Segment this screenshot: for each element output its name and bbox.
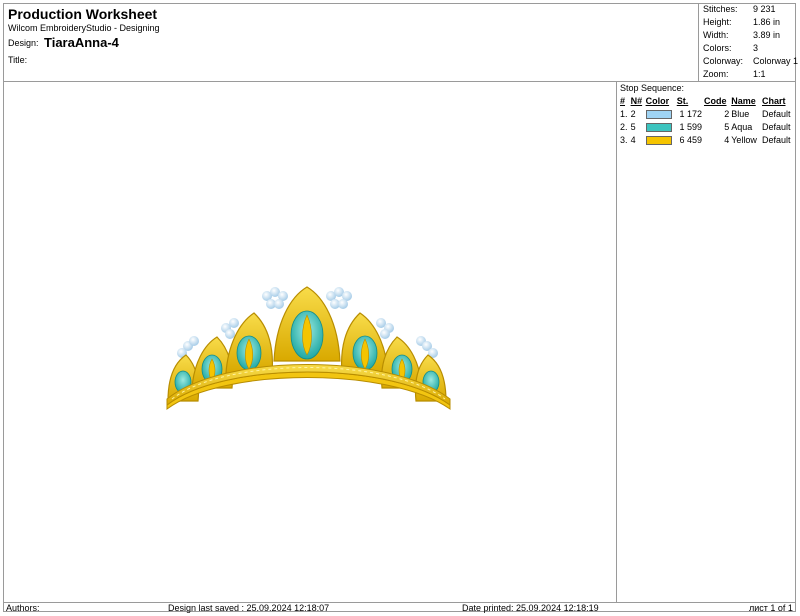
stat-row: Stitches: 9 231 [703,4,776,14]
stop-sequence-title: Stop Sequence: [620,83,685,93]
row-n: 4 [630,134,636,145]
stat-label: Colors: [703,43,732,53]
design-preview [4,83,615,601]
table-row: 1. 2 1 172 2 Blue Default [619,107,795,120]
row-stitches: 6 459 [679,134,702,145]
row-index: 3. [620,134,628,145]
worksheet-header: Production Worksheet Wilcom EmbroiderySt… [3,3,798,82]
page-number: лист 1 of 1 [749,603,793,613]
stat-label: Zoom: [703,69,729,79]
stat-value: 1:1 [753,69,766,79]
stat-row: Width: 3.89 in [703,30,780,40]
col-name-header: Name [731,95,756,106]
table-row: 3. 4 6 459 4 Yellow Default [619,133,795,146]
row-name: Yellow [731,134,757,145]
color-swatch [645,135,672,145]
stat-value: 3.89 in [753,30,781,40]
stat-label: Stitches: [703,4,738,14]
design-label: Design: [8,38,39,48]
row-index: 2. [620,121,628,132]
row-n: 2 [630,108,636,119]
tiara-embroidery-image [166,286,451,410]
row-chart: Default [762,108,791,119]
stat-row: Colors: 3 [703,43,758,53]
color-swatch-cell [645,120,676,133]
row-stitches: 1 599 [679,121,702,132]
col-color-header: Color [645,95,670,106]
design-name: TiaraAnna-4 [44,35,119,50]
stat-row: Height: 1.86 in [703,17,780,27]
authors-label: Authors: [6,603,40,613]
row-index: 1. [620,108,628,119]
app-name: Wilcom EmbroideryStudio - Designing [8,23,160,33]
stat-label: Height: [703,17,732,27]
col-n-header: N# [630,95,643,106]
row-code: 5 [724,121,730,132]
col-stitches-header: St. [676,95,689,106]
row-code: 4 [724,134,730,145]
row-name: Blue [731,108,750,119]
stat-label: Width: [703,30,729,40]
color-swatch [645,109,672,119]
worksheet-title: Production Worksheet [8,6,158,22]
date-printed-text: Date printed: 25.09.2024 12:18:19 [462,603,599,613]
stat-value: 3 [753,43,759,53]
stop-sequence-panel: Stop Sequence: # N# Color St. Code Name … [616,82,796,602]
row-name: Aqua [731,121,753,132]
col-chart-header: Chart [762,95,786,106]
table-header-row: # N# Color St. Code Name Chart [619,94,795,107]
row-chart: Default [762,121,791,132]
stat-row: Zoom: 1:1 [703,69,766,79]
table-row: 2. 5 1 599 5 Aqua Default [619,120,795,133]
col-code-header: Code [703,95,727,106]
stat-label: Colorway: [703,56,744,66]
last-saved-text: Design last saved : 25.09.2024 12:18:07 [168,603,330,613]
stat-value: 9 231 [753,4,776,14]
stat-value: Colorway 1 [753,56,799,66]
worksheet-footer: Authors: Design last saved : 25.09.2024 … [3,602,796,613]
color-swatch [645,122,672,132]
stop-sequence-table: # N# Color St. Code Name Chart 1. 2 1 17… [619,94,795,146]
row-stitches: 1 172 [679,108,702,119]
stat-value: 1.86 in [753,17,781,27]
col-index-header: # [620,95,626,106]
stat-row: Colorway: Colorway 1 [703,56,798,66]
row-n: 5 [630,121,636,132]
design-stats: Stitches: 9 231 Height: 1.86 in Width: 3.89… [698,3,798,81]
row-chart: Default [762,134,791,145]
color-swatch-cell [645,133,676,146]
color-swatch-cell [645,107,676,120]
row-code: 2 [724,108,730,119]
title-label: Title: [8,55,28,65]
